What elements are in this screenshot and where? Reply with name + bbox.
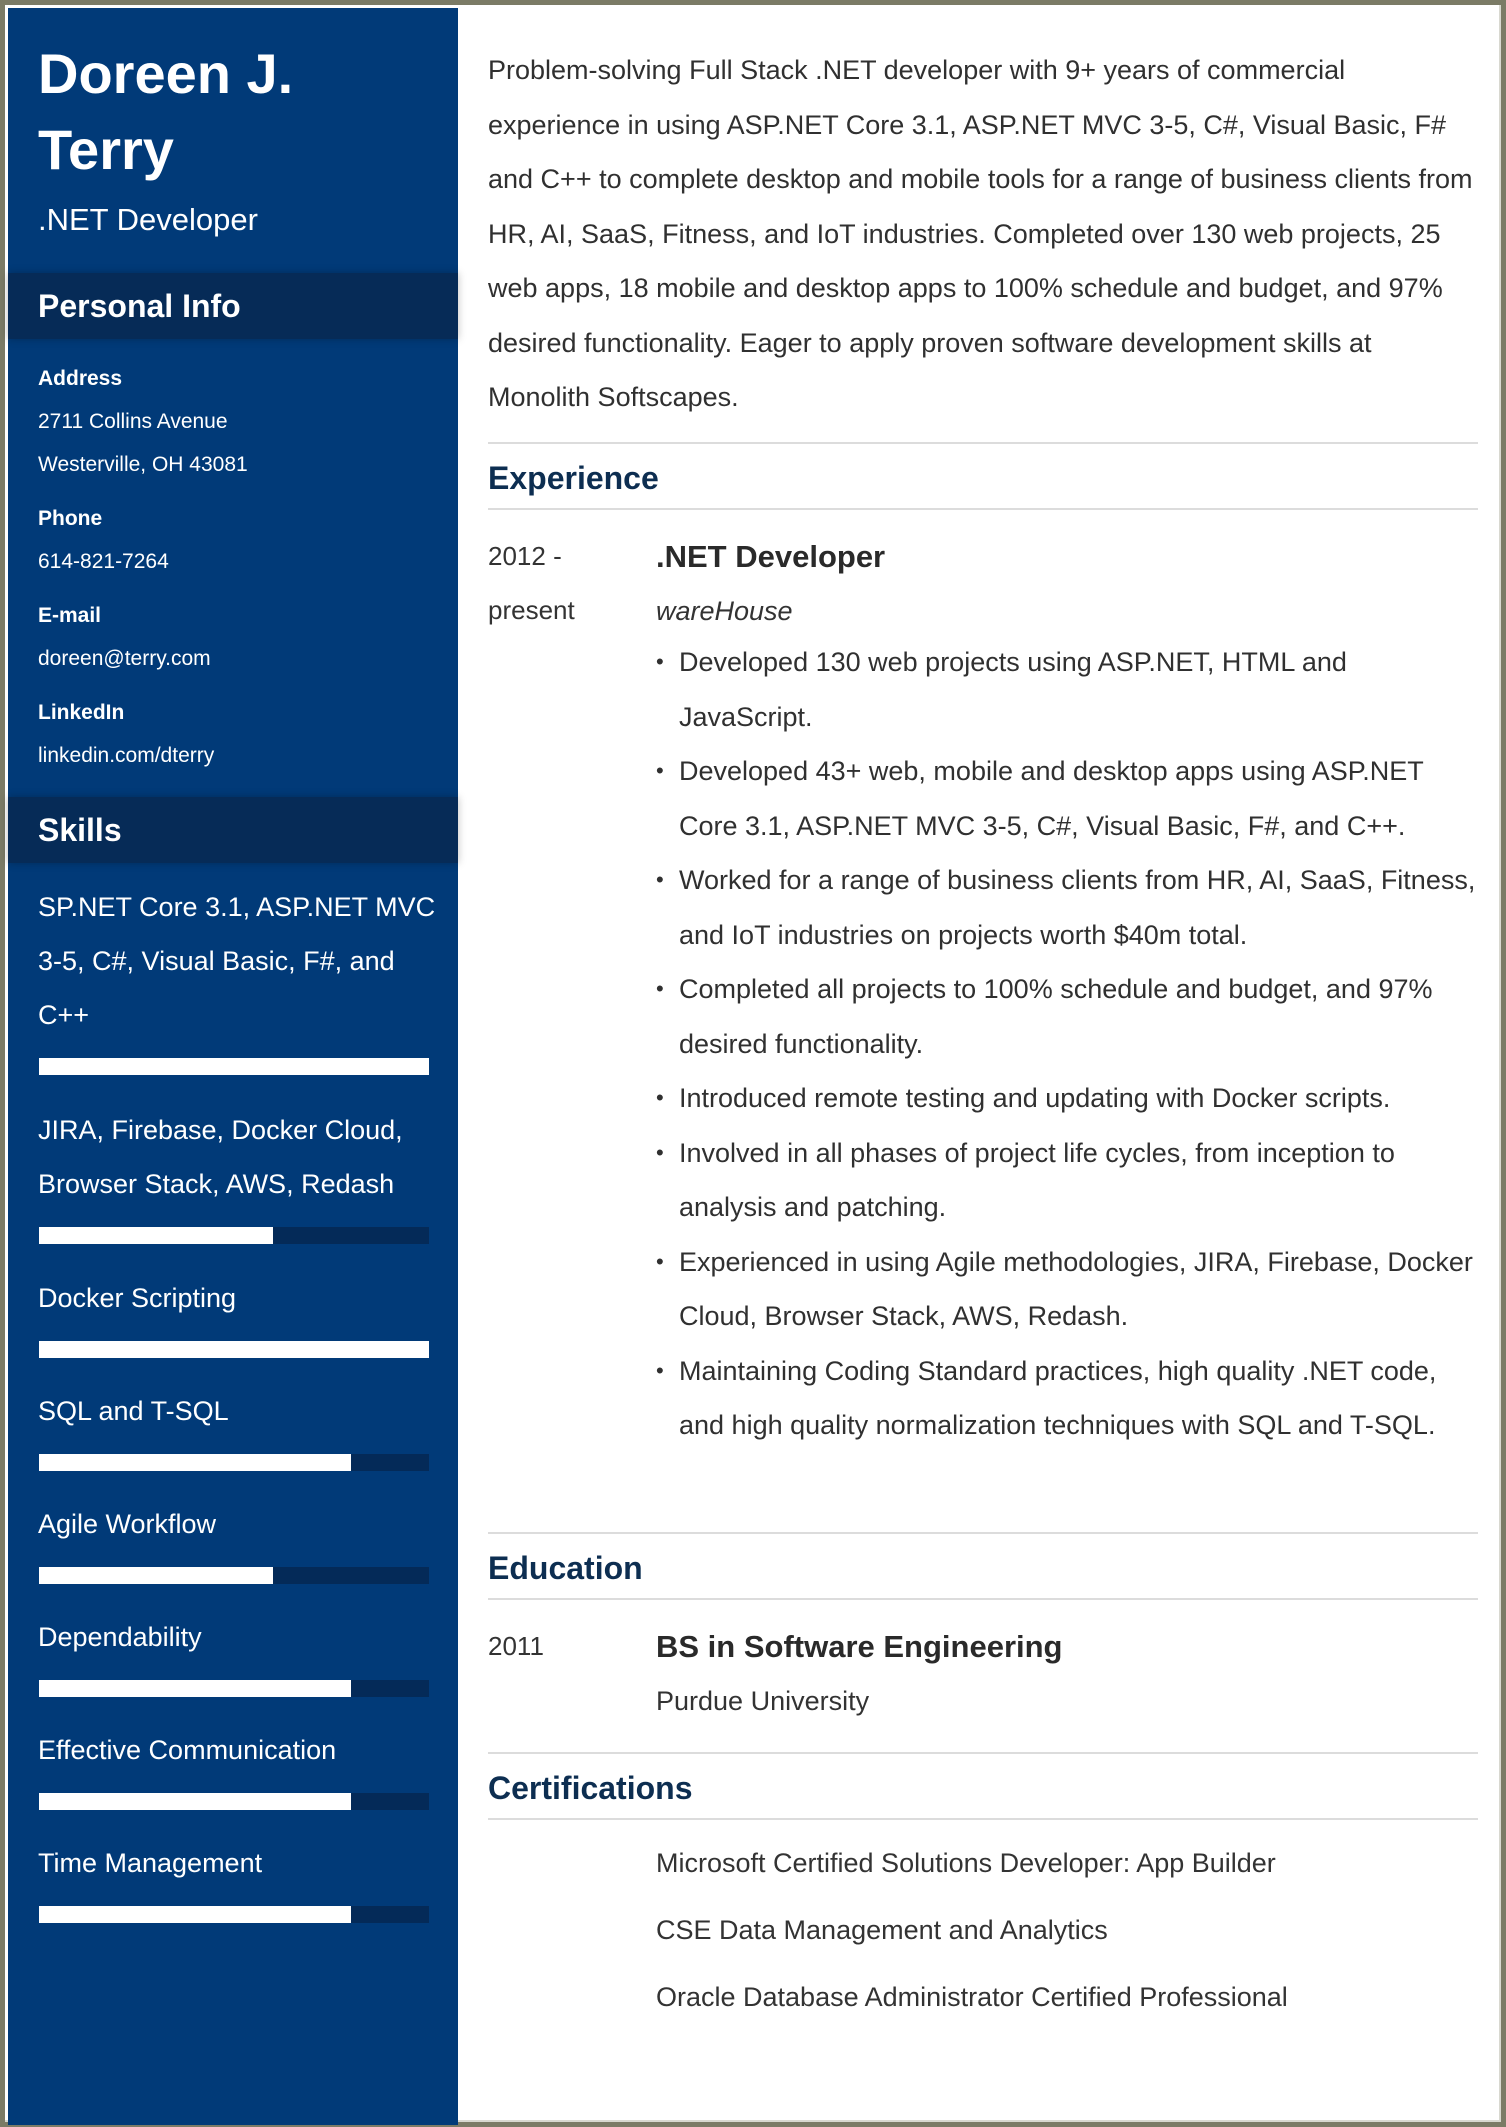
skill-level-bar bbox=[39, 1227, 429, 1244]
sidebar: Doreen J. Terry .NET Developer Personal … bbox=[8, 8, 458, 2125]
skill-level-bar bbox=[39, 1341, 429, 1358]
experience-bullets: • Developed 130 web projects using ASP.NE… bbox=[656, 635, 1486, 1453]
address-label: Address bbox=[38, 367, 123, 390]
skills-header: Skills bbox=[8, 797, 458, 863]
skill-item: Dependability bbox=[38, 1610, 438, 1697]
phone-value: 614-821-7264 bbox=[38, 550, 169, 573]
skill-level-bar bbox=[39, 1058, 429, 1075]
skill-level-fill bbox=[39, 1793, 351, 1810]
linkedin-label: LinkedIn bbox=[38, 701, 125, 724]
experience-bullet: • Worked for a range of business clients … bbox=[656, 853, 1486, 962]
skill-name: Dependability bbox=[38, 1622, 202, 1652]
address-line-1: 2711 Collins Avenue bbox=[38, 410, 228, 433]
section-divider bbox=[488, 1598, 1478, 1600]
skills-heading: Skills bbox=[38, 812, 122, 848]
skill-level-fill bbox=[39, 1906, 351, 1923]
certification-item: CSE Data Management and Analytics bbox=[656, 1915, 1108, 1945]
section-divider bbox=[488, 442, 1478, 444]
education-degree: BS in Software Engineering bbox=[656, 1629, 1063, 1664]
section-divider bbox=[488, 508, 1478, 510]
skill-level-bar bbox=[39, 1680, 429, 1697]
experience-bullet: • Developed 43+ web, mobile and desktop a… bbox=[656, 744, 1486, 853]
page-inner: Doreen J. Terry .NET Developer Personal … bbox=[5, 5, 1501, 2125]
skill-name: Effective Communication bbox=[38, 1735, 337, 1765]
experience-heading: Experience bbox=[488, 460, 659, 496]
skill-name: Docker Scripting bbox=[38, 1283, 237, 1313]
skill-item: Docker Scripting bbox=[38, 1271, 438, 1358]
profile-summary: Problem-solving Full Stack .NET develope… bbox=[488, 55, 1473, 412]
skill-name: SQL and T-SQL bbox=[38, 1396, 229, 1426]
experience-bullet: • Completed all projects to 100% schedule… bbox=[656, 962, 1486, 1071]
personal-info-header: Personal Info bbox=[8, 273, 458, 339]
skill-name: SP.NET Core 3.1, ASP.NET MVC 3-5, C#, Vi… bbox=[38, 892, 436, 1030]
phone-label: Phone bbox=[38, 507, 103, 530]
experience-date-start: 2012 - bbox=[488, 541, 562, 571]
skill-level-fill bbox=[39, 1454, 351, 1471]
bullet-dot-icon: • bbox=[656, 867, 664, 892]
skill-name: Time Management bbox=[38, 1848, 263, 1878]
experience-bullet: • Introduced remote testing and updating … bbox=[656, 1071, 1486, 1126]
experience-bullet: • Experienced in using Agile methodologie… bbox=[656, 1235, 1486, 1344]
skill-item: SQL and T-SQL bbox=[38, 1384, 438, 1471]
skill-level-bar bbox=[39, 1454, 429, 1471]
skill-item: SP.NET Core 3.1, ASP.NET MVC 3-5, C#, Vi… bbox=[38, 880, 438, 1075]
bullet-dot-icon: • bbox=[656, 1357, 664, 1383]
skill-name: JIRA, Firebase, Docker Cloud, Browser St… bbox=[38, 1115, 403, 1199]
experience-date-end: present bbox=[488, 595, 575, 625]
skill-level-fill bbox=[39, 1341, 429, 1358]
experience-company: wareHouse bbox=[656, 596, 793, 626]
bullet-dot-icon: • bbox=[656, 1085, 664, 1110]
certification-item: Oracle Database Administrator Certified … bbox=[656, 1982, 1288, 2012]
skill-level-fill bbox=[39, 1680, 351, 1697]
resume-page: Doreen J. Terry .NET Developer Personal … bbox=[0, 0, 1506, 2127]
skill-level-fill bbox=[39, 1567, 273, 1584]
section-divider bbox=[488, 1532, 1478, 1534]
experience-job-title: .NET Developer bbox=[656, 539, 886, 574]
linkedin-link[interactable]: linkedin.com/dterry bbox=[38, 742, 214, 770]
certification-item: Microsoft Certified Solutions Developer:… bbox=[656, 1848, 1276, 1878]
candidate-name: Doreen J. Terry bbox=[38, 42, 294, 181]
skill-item: Agile Workflow bbox=[38, 1497, 438, 1584]
skill-item: Effective Communication bbox=[38, 1723, 438, 1810]
certifications-heading: Certifications bbox=[488, 1770, 693, 1806]
email-link[interactable]: doreen@terry.com bbox=[38, 645, 211, 673]
address-line-2: Westerville, OH 43081 bbox=[38, 453, 248, 476]
skill-level-bar bbox=[39, 1906, 429, 1923]
skill-level-fill bbox=[39, 1058, 429, 1075]
personal-info-heading: Personal Info bbox=[38, 288, 241, 324]
education-date: 2011 bbox=[488, 1631, 544, 1661]
experience-bullet: • Developed 130 web projects using ASP.NE… bbox=[656, 635, 1486, 744]
experience-bullet: • Maintaining Coding Standard practices, … bbox=[656, 1344, 1486, 1453]
bullet-dot-icon: • bbox=[656, 1248, 664, 1274]
education-school: Purdue University bbox=[656, 1686, 870, 1716]
skill-name: Agile Workflow bbox=[38, 1509, 217, 1539]
skill-item: JIRA, Firebase, Docker Cloud, Browser St… bbox=[38, 1103, 438, 1244]
bullet-dot-icon: • bbox=[656, 649, 664, 674]
candidate-title: .NET Developer bbox=[38, 202, 258, 237]
section-divider bbox=[488, 1752, 1478, 1754]
education-heading: Education bbox=[488, 1550, 643, 1586]
skill-level-bar bbox=[39, 1793, 429, 1810]
bullet-dot-icon: • bbox=[656, 1139, 664, 1165]
bullet-dot-icon: • bbox=[656, 758, 664, 783]
experience-bullet: • Involved in all phases of project life … bbox=[656, 1126, 1486, 1235]
email-label: E-mail bbox=[38, 604, 102, 627]
skill-level-bar bbox=[39, 1567, 429, 1584]
skill-item: Time Management bbox=[38, 1836, 438, 1923]
section-divider bbox=[488, 1818, 1478, 1820]
bullet-dot-icon: • bbox=[656, 976, 664, 1001]
skill-level-fill bbox=[39, 1227, 273, 1244]
